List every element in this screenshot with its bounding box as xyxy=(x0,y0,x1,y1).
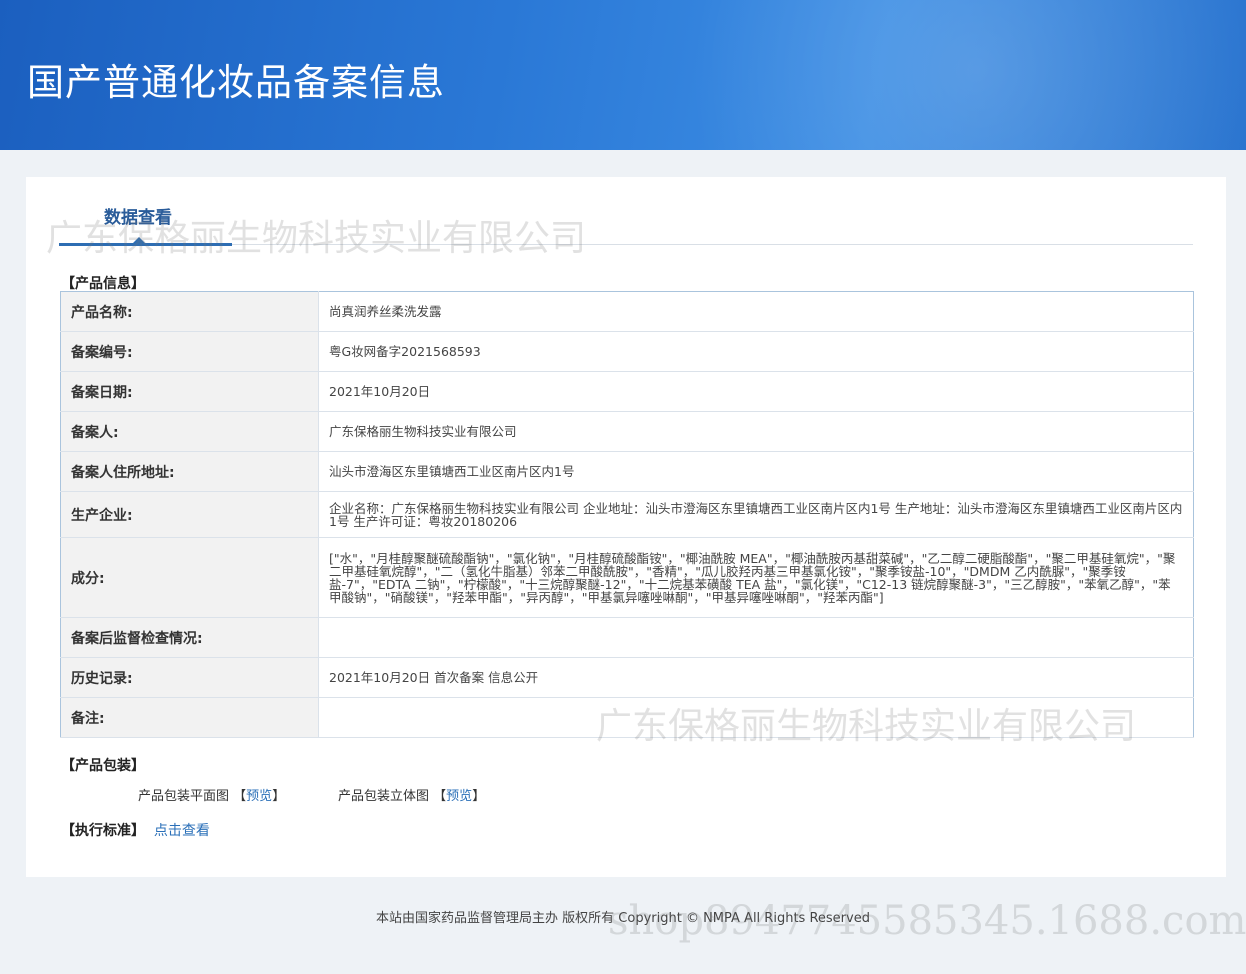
row-label: 备案后监督检查情况: xyxy=(60,617,319,658)
row-value: 粤G妆网备字2021568593 xyxy=(318,331,1194,372)
packaging-title: 【产品包装】 xyxy=(61,758,145,774)
row-value: 企业名称：广东保格丽生物科技实业有限公司 企业地址：汕头市澄海区东里镇塘西工业区… xyxy=(318,491,1194,538)
content-card: 数据查看 【产品信息】 产品名称: 尚真润养丝柔洗发露 备案编号: 粤G妆网备字… xyxy=(26,177,1226,877)
row-value xyxy=(318,617,1194,658)
ingredients-value: ["水"，"月桂醇聚醚硫酸酯钠"，"氯化钠"，"月桂醇硫酸酯铵"，"椰油酰胺 M… xyxy=(318,537,1194,618)
bracket-open: 【 xyxy=(233,789,247,804)
bracket-close: 】 xyxy=(272,789,286,804)
row-label: 备案人: xyxy=(60,411,319,452)
row-label: 备案日期: xyxy=(60,371,319,412)
preview-solid-link[interactable]: 预览 xyxy=(446,789,472,804)
tab-arrow-icon xyxy=(133,237,145,243)
table-row: 备案后监督检查情况: xyxy=(60,617,1194,658)
row-value xyxy=(318,697,1194,738)
table-row: 备案日期: 2021年10月20日 xyxy=(60,371,1194,412)
row-label: 备案人住所地址: xyxy=(60,451,319,492)
tab-data-view[interactable]: 数据查看 xyxy=(104,203,172,228)
page-title: 国产普通化妆品备案信息 xyxy=(27,61,445,104)
footer-text: 本站由国家药品监督管理局主办 版权所有 Copyright © NMPA All… xyxy=(376,911,870,926)
standard-view-link[interactable]: 点击查看 xyxy=(154,823,210,839)
preview-flat-link[interactable]: 预览 xyxy=(246,789,272,804)
row-label: 历史记录: xyxy=(60,657,319,698)
row-value: 2021年10月20日 首次备案 信息公开 xyxy=(318,657,1194,698)
packaging-solid: 产品包装立体图 【预览】 xyxy=(338,785,485,804)
table-row: 备案编号: 粤G妆网备字2021568593 xyxy=(60,331,1194,372)
table-row: 成分: ["水"，"月桂醇聚醚硫酸酯钠"，"氯化钠"，"月桂醇硫酸酯铵"，"椰油… xyxy=(60,537,1194,618)
tab-active-indicator xyxy=(59,243,232,246)
row-value: 广东保格丽生物科技实业有限公司 xyxy=(318,411,1194,452)
packaging-flat-label: 产品包装平面图 xyxy=(138,789,230,804)
table-row: 备案人住所地址: 汕头市澄海区东里镇塘西工业区南片区内1号 xyxy=(60,451,1194,492)
row-label: 备注: xyxy=(60,697,319,738)
row-label: 生产企业: xyxy=(60,491,319,538)
row-value: 汕头市澄海区东里镇塘西工业区南片区内1号 xyxy=(318,451,1194,492)
table-row: 备案人: 广东保格丽生物科技实业有限公司 xyxy=(60,411,1194,452)
bracket-open: 【 xyxy=(433,789,447,804)
standard-section: 【执行标准】 点击查看 xyxy=(61,820,210,840)
packaging-flat: 产品包装平面图 【预览】 xyxy=(138,785,285,804)
standard-title: 【执行标准】 xyxy=(61,823,145,839)
table-row: 历史记录: 2021年10月20日 首次备案 信息公开 xyxy=(60,657,1194,698)
bracket-close: 】 xyxy=(472,789,486,804)
row-label: 成分: xyxy=(60,537,319,618)
row-value: 2021年10月20日 xyxy=(318,371,1194,412)
table-row: 生产企业: 企业名称：广东保格丽生物科技实业有限公司 企业地址：汕头市澄海区东里… xyxy=(60,491,1194,538)
packaging-solid-label: 产品包装立体图 xyxy=(338,789,430,804)
table-row: 备注: xyxy=(60,697,1194,738)
row-label: 产品名称: xyxy=(60,291,319,332)
product-info-title: 【产品信息】 xyxy=(61,276,145,292)
table-row: 产品名称: 尚真润养丝柔洗发露 xyxy=(60,291,1194,332)
row-label: 备案编号: xyxy=(60,331,319,372)
product-info-table: 产品名称: 尚真润养丝柔洗发露 备案编号: 粤G妆网备字2021568593 备… xyxy=(60,291,1194,738)
row-value: 尚真润养丝柔洗发露 xyxy=(318,291,1194,332)
header-banner: 国产普通化妆品备案信息 xyxy=(0,0,1246,150)
